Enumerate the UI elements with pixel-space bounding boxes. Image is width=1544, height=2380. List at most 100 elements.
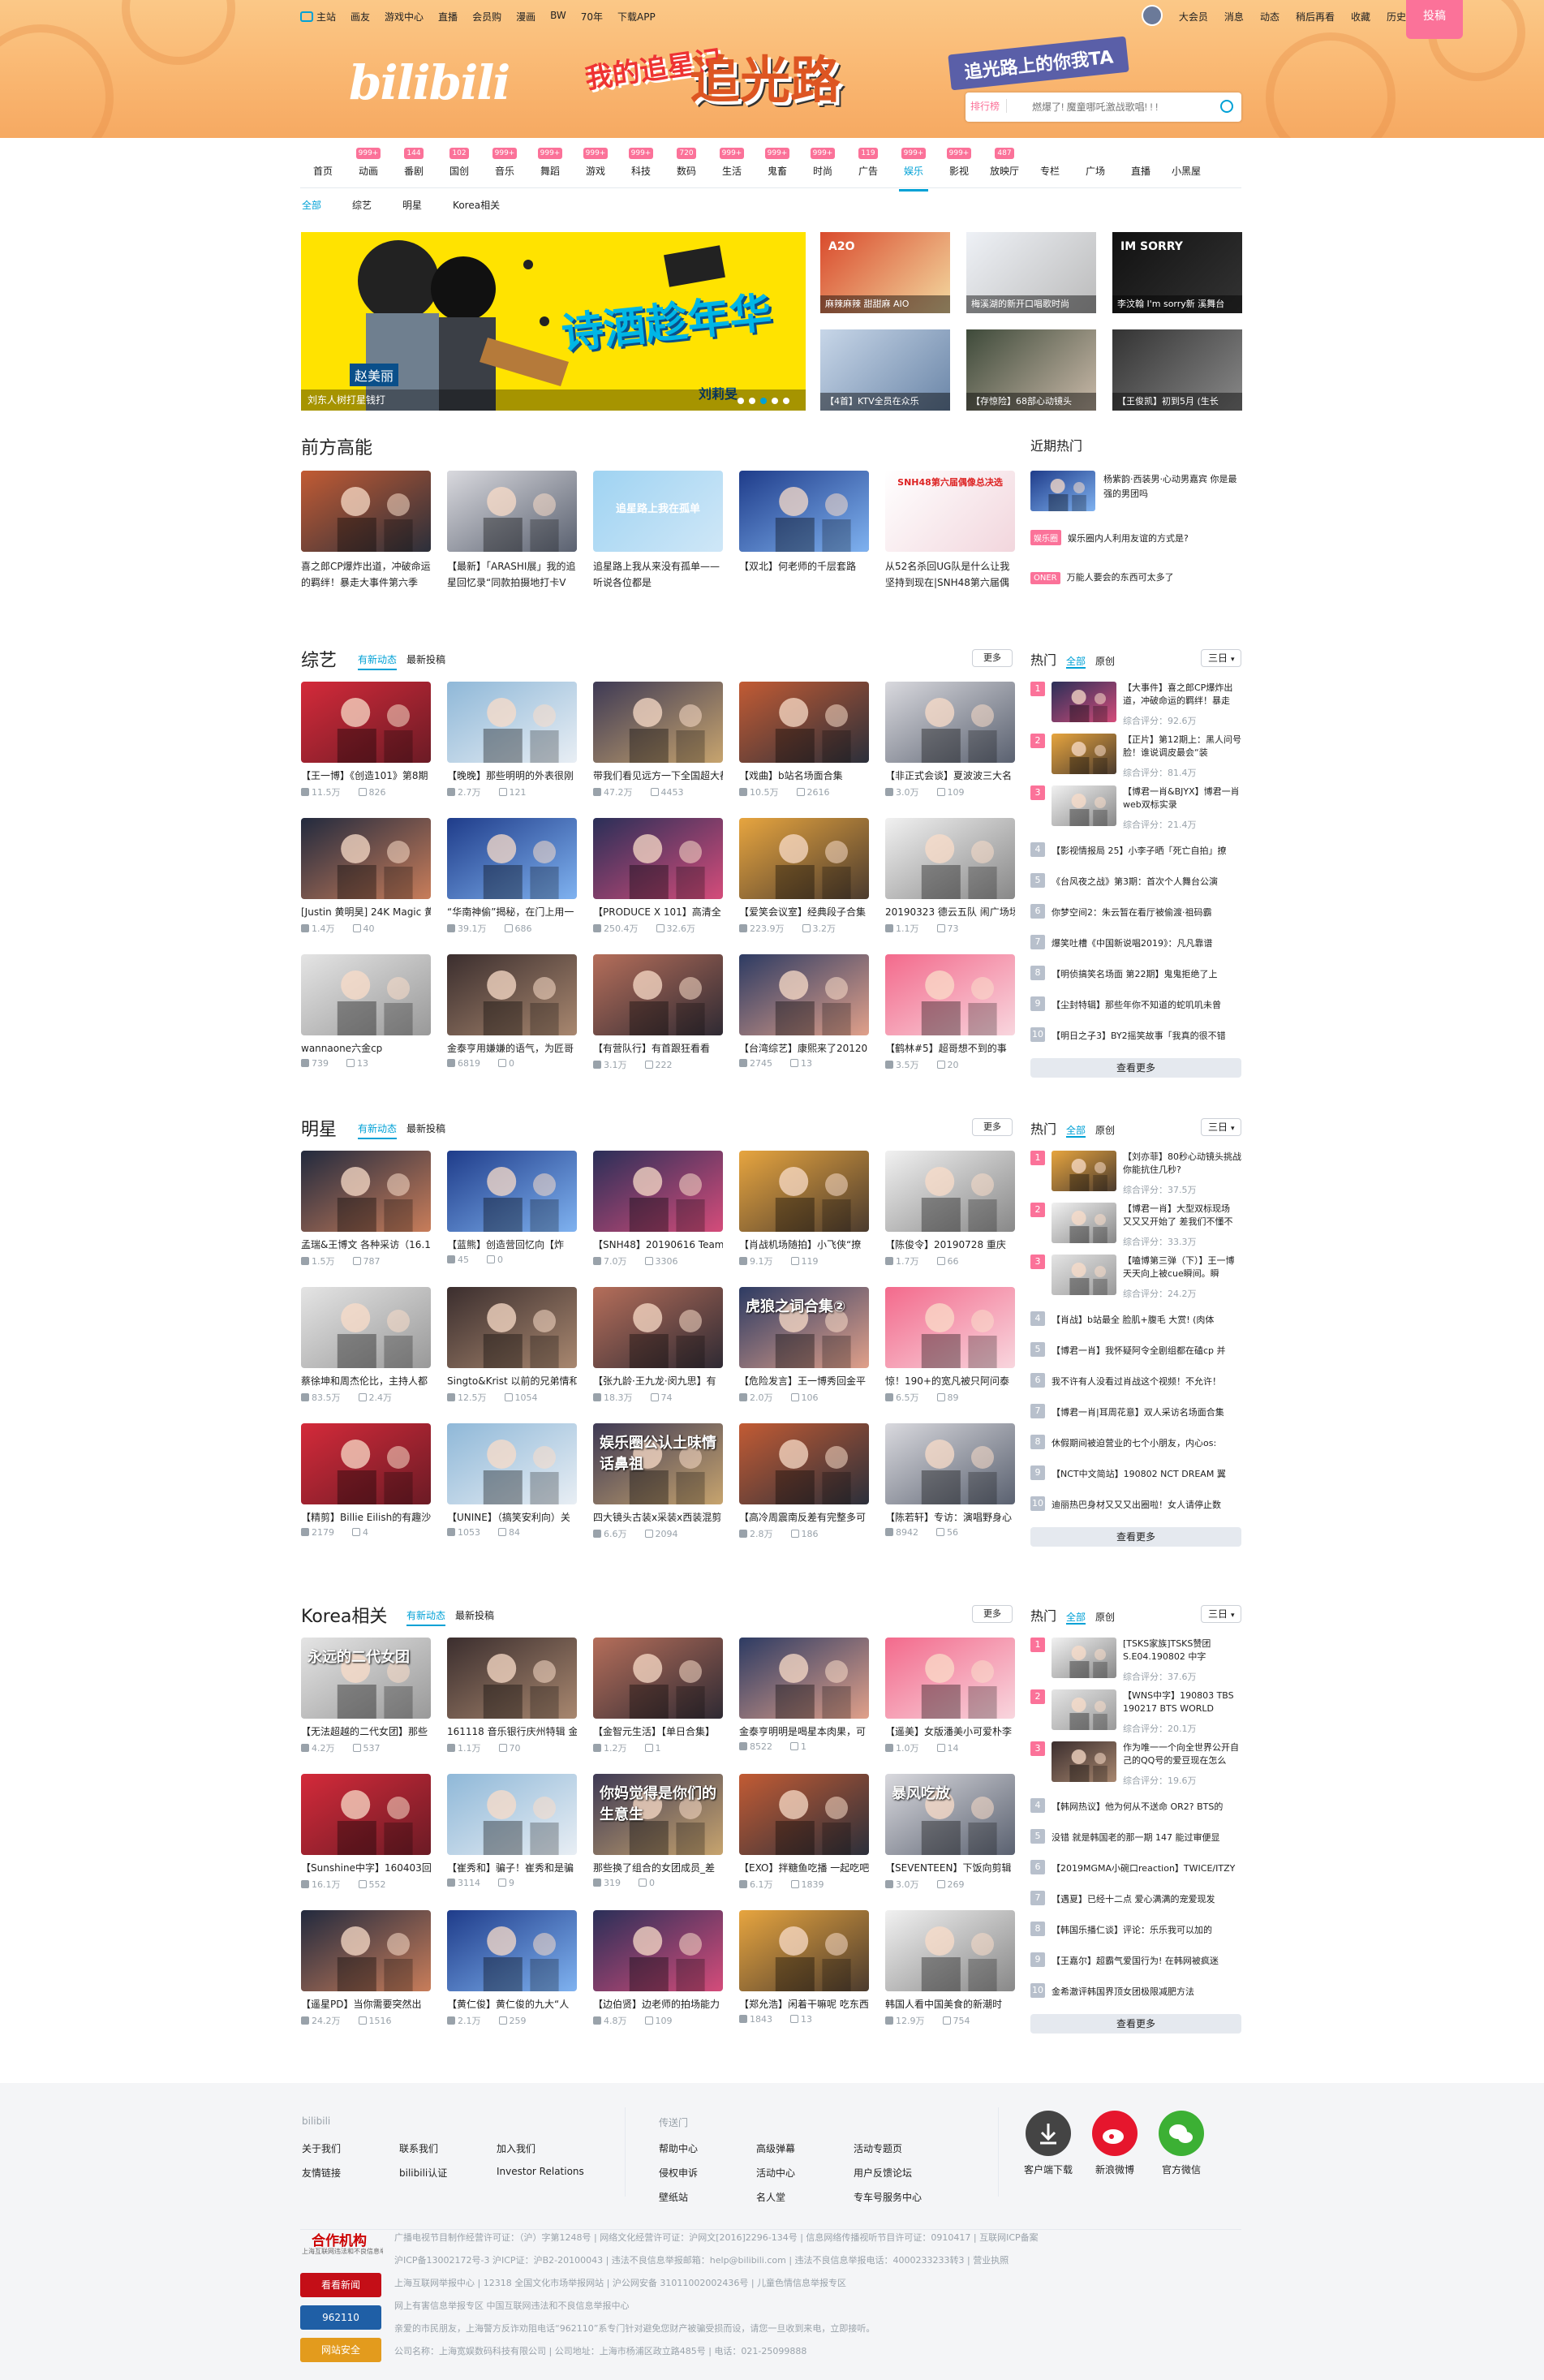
feature-card[interactable]: SNH48第六届偶像总决选 从52名杀回UG队是什么让我坚持到现在|SNH48第六… xyxy=(885,471,1015,591)
subnav-tab[interactable]: 全部 xyxy=(302,198,321,212)
video-title[interactable]: 【张九龄·王九龙·闵九思】有 xyxy=(593,1375,723,1388)
topnav-right-link[interactable]: 动态 xyxy=(1260,10,1279,26)
video-title[interactable]: 【蓝熊】创造营回忆向【炸 xyxy=(447,1238,577,1251)
video-title[interactable]: 【SEVENTEEN】下饭向剪辑 xyxy=(885,1861,1015,1874)
topnav-link[interactable]: 主站 xyxy=(300,10,336,24)
video-title[interactable]: 【非正式会谈】夏波波三大名 xyxy=(885,769,1015,782)
day-select[interactable]: 三日 ▾ xyxy=(1201,649,1241,667)
video-title[interactable]: 【陈俊令】20190728 重庆 xyxy=(885,1238,1015,1251)
video-card[interactable]: 【Sunshine中字】160403回 16.1万 552 xyxy=(301,1774,431,1891)
category-3[interactable]: 102 国创 xyxy=(437,146,482,185)
topnav-link[interactable]: 游戏中心 xyxy=(385,10,424,24)
topnav-right-link[interactable]: 消息 xyxy=(1224,10,1244,26)
video-card[interactable]: [Justin 黄明昊] 24K Magic 黄 1.4万 40 xyxy=(301,818,431,935)
video-title[interactable]: 【晚晚】那些明明的外表很刚 xyxy=(447,769,577,782)
topnav-link[interactable]: 70年 xyxy=(581,10,603,24)
topnav-link[interactable]: 直播 xyxy=(438,10,458,24)
category-10[interactable]: 999+ 鬼畜 xyxy=(755,146,800,185)
tab-latest[interactable]: 最新投稿 xyxy=(455,1610,494,1621)
category-16[interactable]: 0专栏 xyxy=(1027,146,1073,185)
rank-item[interactable]: 7 【博君一肖|耳周花意】双人采访名场面合集 xyxy=(1030,1404,1241,1420)
rank-item-top[interactable]: 2 【WNS中字】190803 TBS 190217 BTS WORLD 综合评分… xyxy=(1030,1689,1241,1741)
video-title[interactable]: 【爱笑会议室】经典段子合集 xyxy=(739,906,869,919)
video-card[interactable]: 【晚晚】那些明明的外表很刚 2.7万 121 xyxy=(447,682,577,798)
video-title[interactable]: [Justin 黄明昊] 24K Magic 黄 xyxy=(301,906,431,919)
rank-item[interactable]: 7 爆笑吐槽《中国新说唱2019》：凡凡靠谱 xyxy=(1030,935,1241,951)
video-card[interactable]: 惊！190+的宽凡被只阿问泰 6.5万 89 xyxy=(885,1287,1015,1404)
rank-item[interactable]: 6 我不许有人没看过肖战这个视频！不允许！ xyxy=(1030,1373,1241,1389)
video-title[interactable]: 【鹤林#5】超哥想不到的事 xyxy=(885,1042,1015,1055)
footer-link[interactable]: 友情链接 xyxy=(302,2166,341,2180)
video-card[interactable]: 金泰亨明明是喝星本肉果，可 8522 1 xyxy=(739,1638,869,1752)
video-card[interactable]: 【精剪】Billie Eilish的有趣沙 2179 4 xyxy=(301,1423,431,1538)
topnav-link[interactable]: 下载APP xyxy=(617,10,656,24)
rank-item-top[interactable]: 3 【嗑博第三弹（下）】王一博天天向上被cue瞬间。瞬 综合评分：24.2万 xyxy=(1030,1255,1241,1306)
video-title[interactable]: 【Sunshine中字】160403回 xyxy=(301,1861,431,1874)
rank-item[interactable]: 5 没错 就是韩国老的那一期 147 能过审便显 xyxy=(1030,1829,1241,1845)
rank-item[interactable]: 6 【2019MGMA小碗口reaction】TWICE/ITZY xyxy=(1030,1860,1241,1876)
rank-item-top[interactable]: 3 作为唯一一个向全世界公开自己的QQ号的爱豆现在怎么 综合评分：19.6万 xyxy=(1030,1741,1241,1793)
video-card[interactable]: 【郑允浩】闲着干嘛呢 吃东西 1843 13 xyxy=(739,1910,869,2025)
subnav-tab[interactable]: 明星 xyxy=(402,198,422,212)
video-card[interactable]: 虎狼之词合集② 【危险发言】王一博秀回金平 2.0万 106 xyxy=(739,1287,869,1404)
footer-link[interactable]: 用户反馈论坛 xyxy=(854,2166,912,2180)
video-title[interactable]: 【危险发言】王一博秀回金平 xyxy=(739,1375,869,1388)
video-card[interactable]: 【爱笑会议室】经典段子合集 223.9万 3.2万 xyxy=(739,818,869,935)
feature-card[interactable]: 追星路上我在孤单 追星路上我从来没有孤单——听说各位都是 xyxy=(593,471,723,591)
footer-link[interactable]: 名人堂 xyxy=(756,2190,785,2204)
rank-item-top[interactable]: 1 【刘亦菲】80秒心动镜头挑战 你能抗住几秒? 综合评分：37.5万 xyxy=(1030,1151,1241,1203)
footer-link[interactable]: 活动中心 xyxy=(756,2166,795,2180)
video-card[interactable]: 20190323 德云五队 闹广场场 1.1万 73 xyxy=(885,818,1015,935)
rank-item-top[interactable]: 2 【正片】第12期上：黑人问号脸！谁说调皮最会“装 综合评分：81.4万 xyxy=(1030,734,1241,785)
feature-title[interactable]: 【双北】何老师的千层套路 xyxy=(739,558,869,591)
rank-item[interactable]: 9 【王嘉尔】超霸气爱国行为! 在韩网被疯迷 xyxy=(1030,1952,1241,1969)
hero-side-item[interactable]: 【王俊凯】初到5月 (生长 xyxy=(1112,329,1242,411)
topnav-right-link[interactable]: 大会员 xyxy=(1179,10,1208,26)
video-title[interactable]: wannaone六金cp xyxy=(301,1042,431,1055)
more-button[interactable]: 更多 xyxy=(972,1118,1013,1136)
video-title[interactable]: 韩国人看中国美食的新潮时 xyxy=(885,1998,1015,2011)
wechat-icon[interactable] xyxy=(1159,2111,1204,2156)
video-title[interactable]: 【有营队行】有首跟狂看看 xyxy=(593,1042,723,1055)
video-title[interactable]: 【遥美】女版潘美小可爱朴李 xyxy=(885,1725,1015,1738)
footer-link[interactable]: 专车号服务中心 xyxy=(854,2190,922,2204)
rank-tab-all[interactable]: 全部 xyxy=(1066,1612,1086,1625)
recent-item[interactable]: ONER 万能人要会的东西可太多了 xyxy=(1030,568,1241,609)
video-card[interactable]: 【王一博】《创造101》第8期 11.5万 826 xyxy=(301,682,431,798)
category-6[interactable]: 999+ 游戏 xyxy=(573,146,618,185)
hero-side-item[interactable]: 梅溪湖的新开口唱歌时尚 xyxy=(966,232,1096,313)
video-title[interactable]: 惊！190+的宽凡被只阿问泰 xyxy=(885,1375,1015,1388)
rank-item-top[interactable]: 3 【博君一肖&BJYX】博君一肖web双标实录 综合评分：21.4万 xyxy=(1030,785,1241,837)
video-card[interactable]: 【边伯贤】边老师的拍场能力 4.8万 109 xyxy=(593,1910,723,2027)
rank-item[interactable]: 9 【尘封特辑】那些年你不知道的蛇叽叽未曾 xyxy=(1030,996,1241,1013)
video-title[interactable]: 蔡徐坤和周杰伦比，主持人都 xyxy=(301,1375,431,1388)
video-card[interactable]: 【崔秀和】骗子！崔秀和是骗 3114 9 xyxy=(447,1774,577,1888)
video-card[interactable]: 带我们看见远方一下全国超大都 47.2万 4453 xyxy=(593,682,723,798)
rank-item[interactable]: 5 《台风夜之战》第3期：首次个人舞台公演 xyxy=(1030,873,1241,889)
rank-tab-original[interactable]: 原创 xyxy=(1095,1612,1115,1623)
search-icon[interactable] xyxy=(1220,100,1233,113)
video-title[interactable]: 【戏曲】b站名场面合集 xyxy=(739,769,869,782)
rank-tab-original[interactable]: 原创 xyxy=(1095,656,1115,667)
category-17[interactable]: 0广场 xyxy=(1073,146,1118,185)
rank-item[interactable]: 4 【影视情报局 25】小李子晒「死亡自拍」撩 xyxy=(1030,842,1241,859)
subnav-tab[interactable]: Korea相关 xyxy=(453,198,500,212)
footer-link[interactable]: 关于我们 xyxy=(302,2141,341,2155)
video-title[interactable]: 【PRODUCE X 101】高清全 xyxy=(593,906,723,919)
category-18[interactable]: 0直播 xyxy=(1118,146,1163,185)
video-card[interactable]: 【UNINE】（搞笑安利向）关 1053 84 xyxy=(447,1423,577,1538)
search-input[interactable] xyxy=(1032,96,1211,118)
video-title[interactable]: 【精剪】Billie Eilish的有趣沙 xyxy=(301,1511,431,1524)
rank-item[interactable]: 9 【NCT中文简站】190802 NCT DREAM 翼 xyxy=(1030,1465,1241,1482)
rank-item-top[interactable]: 1 [TSKS家族]TSKS赞团S.E04.190802 中字 综合评分：37.6… xyxy=(1030,1638,1241,1689)
day-select[interactable]: 三日 ▾ xyxy=(1201,1118,1241,1136)
video-card[interactable]: Singto&Krist 以前的兄弟情和 12.5万 1054 xyxy=(447,1287,577,1404)
video-card[interactable]: 你妈觉得是你们的生意生 那些换了组合的女团成员_差 319 0 xyxy=(593,1774,723,1888)
video-title[interactable]: 孟瑞&王博文 各种采访（16.1 xyxy=(301,1238,431,1251)
category-0[interactable]: 0首页 xyxy=(300,146,346,185)
rank-link[interactable]: 排行榜 xyxy=(970,99,1008,113)
video-title[interactable]: 【黄仁俊】黄仁俊的九大“人 xyxy=(447,1998,577,2011)
category-13[interactable]: 999+ 娱乐 xyxy=(891,146,936,192)
topnav-right-link[interactable]: 稍后再看 xyxy=(1296,10,1335,26)
video-card[interactable]: 【金智元生活】【单日合集】 1.2万 1 xyxy=(593,1638,723,1754)
